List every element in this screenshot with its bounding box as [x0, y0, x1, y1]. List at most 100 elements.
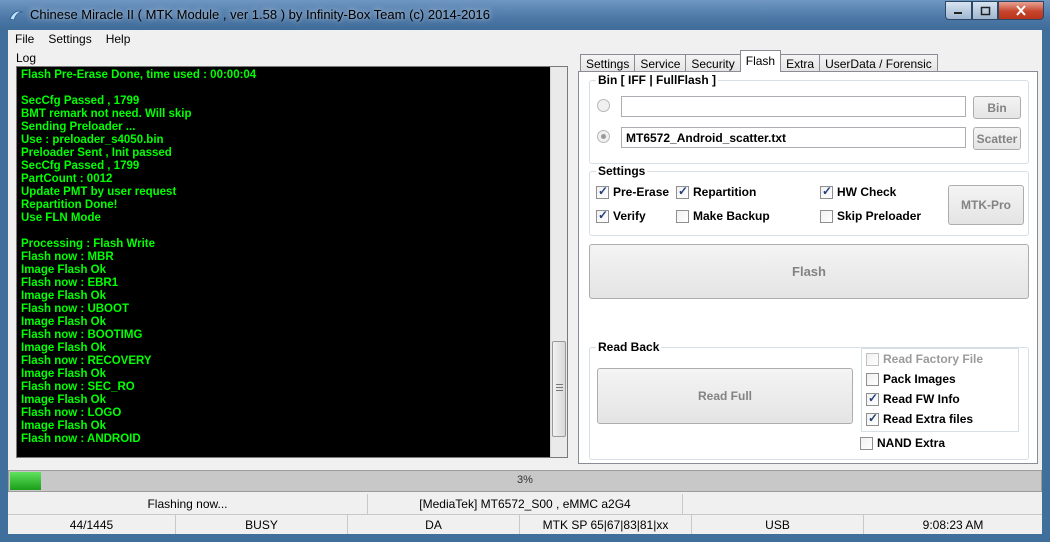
app-icon: [9, 10, 24, 21]
nand-extra-checkbox[interactable]: NAND Extra: [860, 436, 945, 450]
status-connection: USB: [692, 515, 864, 534]
read-fw-info-checkbox[interactable]: Read FW Info: [866, 391, 960, 406]
read-back-group-legend: Read Back: [596, 340, 662, 354]
checkbox-checked-icon: [866, 411, 879, 426]
log-line: Flash now : LOGO: [21, 407, 122, 419]
checkbox-unchecked-icon: [866, 372, 879, 386]
pack-images-checkbox[interactable]: Pack Images: [866, 372, 956, 386]
log-line: Image Flash Ok: [21, 316, 107, 328]
mtk-pro-button[interactable]: MTK-Pro: [948, 185, 1024, 225]
log-line: Sending Preloader ...: [21, 121, 136, 133]
progress-bar: 3%: [8, 470, 1042, 492]
log-lines: Flash Pre-Erase Done, time used : 00:00:…: [21, 69, 546, 446]
pre-erase-checkbox[interactable]: Pre-Erase: [596, 184, 669, 199]
status-device: [MediaTek] MT6572_S00 , eMMC a2G4: [368, 494, 683, 514]
checkbox-unchecked-icon: [820, 209, 833, 223]
progress-text: 3%: [517, 474, 533, 486]
status-counter: 44/1445: [8, 515, 176, 534]
read-full-button[interactable]: Read Full: [597, 368, 853, 424]
log-line: Image Flash Ok: [21, 264, 107, 276]
repartition-checkbox[interactable]: Repartition: [676, 184, 756, 199]
hw-check-checkbox[interactable]: HW Check: [820, 184, 896, 199]
bin-group: Bin [ IFF | FullFlash ] Bin MT6572_Andro…: [589, 73, 1029, 164]
tab-userdata-forensic[interactable]: UserData / Forensic: [819, 54, 938, 72]
bin-button[interactable]: Bin: [973, 96, 1021, 119]
log-line: SecCfg Passed , 1799: [21, 95, 140, 107]
maximize-icon[interactable]: [972, 1, 998, 20]
status-message: Flashing now...: [8, 494, 368, 514]
log-line: Image Flash Ok: [21, 394, 107, 406]
read-factory-file-checkbox[interactable]: Read Factory File: [866, 352, 983, 366]
window-controls: [945, 1, 1044, 21]
tab-extra[interactable]: Extra: [780, 54, 821, 72]
status-state: BUSY: [176, 515, 348, 534]
scatter-path-radio[interactable]: [597, 130, 610, 143]
checkbox-checked-icon: [676, 184, 689, 199]
log-line: Flash Pre-Erase Done, time used : 00:00:…: [21, 69, 257, 81]
log-line: BMT remark not need. Will skip: [21, 108, 192, 120]
bin-group-legend: Bin [ IFF | FullFlash ]: [596, 73, 719, 87]
log-line: Image Flash Ok: [21, 342, 107, 354]
status-bar-top: Flashing now... [MediaTek] MT6572_S00 , …: [8, 494, 1042, 514]
log-line: Image Flash Ok: [21, 290, 107, 302]
scatter-button[interactable]: Scatter: [973, 127, 1021, 150]
make-backup-checkbox[interactable]: Make Backup: [676, 209, 770, 223]
log-line: Flash now : UBOOT: [21, 303, 129, 315]
log-line: Image Flash Ok: [21, 368, 107, 380]
log-line: Update PMT by user request: [21, 186, 177, 198]
log-line: Flash now : BOOTIMG: [21, 329, 143, 341]
log-scrollbar[interactable]: [550, 67, 567, 457]
log-line: PartCount : 0012: [21, 173, 113, 185]
log-line: Flash now : ANDROID: [21, 433, 141, 445]
status-extra: [683, 494, 1042, 514]
window-title: Chinese Miracle II ( MTK Module , ver 1.…: [30, 7, 491, 22]
status-security-patch: MTK SP 65|67|83|81|xx: [520, 515, 692, 534]
tab-security[interactable]: Security: [685, 54, 741, 72]
skip-preloader-checkbox[interactable]: Skip Preloader: [820, 209, 921, 223]
log-line: Image Flash Ok: [21, 420, 107, 432]
log-line: Preloader Sent , Init passed: [21, 147, 172, 159]
checkbox-checked-icon: [820, 184, 833, 199]
tab-service[interactable]: Service: [634, 54, 687, 72]
settings-group-legend: Settings: [596, 164, 648, 178]
tab-flash[interactable]: Flash: [739, 50, 782, 72]
bin-path-radio[interactable]: [597, 99, 610, 112]
close-icon[interactable]: [998, 1, 1044, 20]
checkbox-unchecked-icon: [676, 209, 689, 223]
bin-path-field[interactable]: [621, 96, 966, 117]
flash-tab-panel: Bin [ IFF | FullFlash ] Bin MT6572_Andro…: [578, 71, 1038, 464]
checkbox-disabled-icon: [866, 352, 879, 366]
menu-file[interactable]: File: [8, 30, 41, 50]
read-extra-files-checkbox[interactable]: Read Extra files: [866, 411, 973, 426]
log-line: SecCfg Passed , 1799: [21, 160, 140, 172]
verify-checkbox[interactable]: Verify: [596, 208, 646, 223]
log-console[interactable]: Flash Pre-Erase Done, time used : 00:00:…: [16, 66, 568, 458]
menu-help[interactable]: Help: [99, 30, 138, 50]
status-bar-bottom: 44/1445 BUSY DA MTK SP 65|67|83|81|xx US…: [8, 514, 1042, 534]
title-bar: Chinese Miracle II ( MTK Module , ver 1.…: [0, 0, 1050, 30]
log-line: Flash now : RECOVERY: [21, 355, 152, 367]
checkbox-checked-icon: [596, 208, 609, 223]
log-scrollbar-thumb[interactable]: [552, 341, 566, 437]
menu-bar: File Settings Help: [8, 30, 1042, 50]
log-line: Processing : Flash Write: [21, 238, 155, 250]
tab-settings[interactable]: Settings: [580, 54, 636, 72]
status-clock: 9:08:23 AM: [922, 517, 984, 532]
log-label: Log: [16, 51, 37, 65]
log-line: Repartition Done!: [21, 199, 118, 211]
minimize-icon[interactable]: [945, 1, 972, 20]
scatter-path-field[interactable]: MT6572_Android_scatter.txt: [621, 127, 966, 148]
log-line: Use : preloader_s4050.bin: [21, 134, 164, 146]
log-line: Flash now : SEC_RO: [21, 381, 135, 393]
checkbox-checked-icon: [596, 184, 609, 199]
menu-settings[interactable]: Settings: [41, 30, 98, 50]
checkbox-unchecked-icon: [860, 436, 873, 450]
flash-button[interactable]: Flash: [589, 244, 1029, 299]
settings-group: Settings Pre-Erase Repartition HW Check …: [589, 164, 1029, 236]
log-line: Use FLN Mode: [21, 212, 101, 224]
read-back-group: Read Back Read Full Read Factory File Pa…: [589, 340, 1029, 460]
status-mode: DA: [348, 515, 520, 534]
checkbox-checked-icon: [866, 391, 879, 406]
